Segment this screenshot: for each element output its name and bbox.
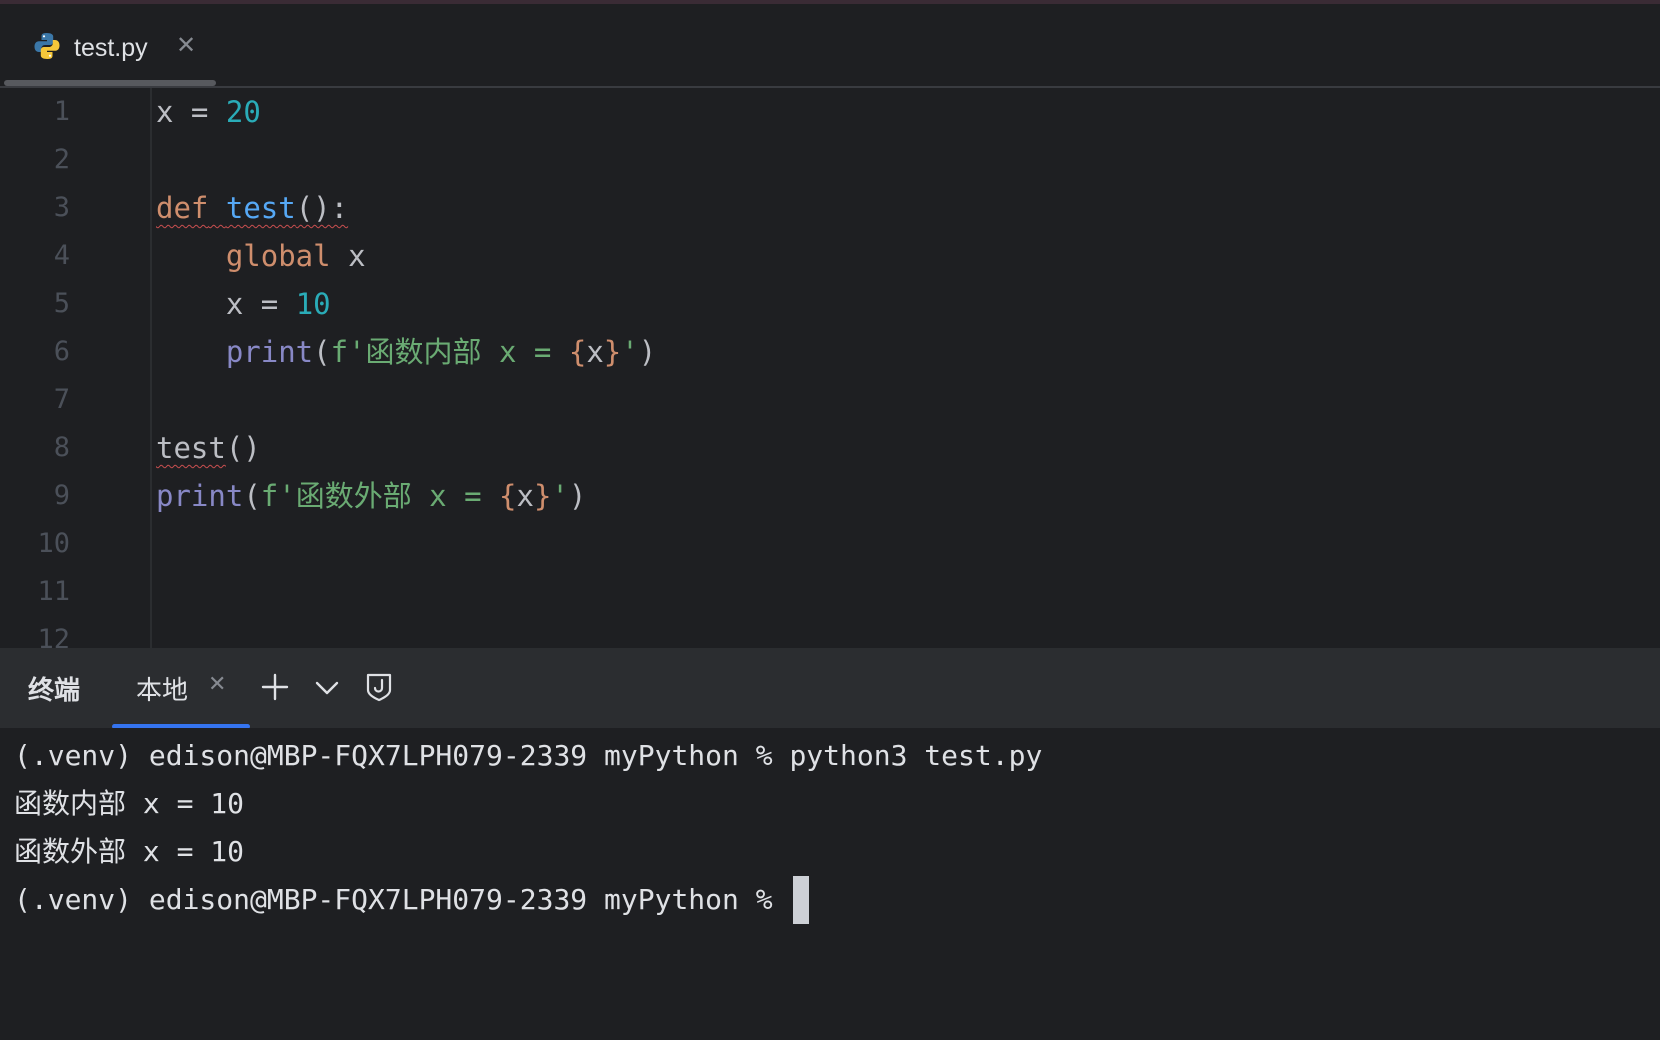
code-token: 20	[225, 95, 261, 129]
code-token: test	[156, 431, 226, 465]
terminal-line: (.venv) edison@MBP-FQX7LPH079-2339 myPyt…	[14, 739, 1043, 772]
terminal-line: 函数外部 x = 10	[14, 835, 245, 868]
code-token: (	[243, 479, 261, 513]
code-line-9: print(f'函数外部 x = {x}')	[156, 472, 586, 520]
editor-tab-bar: test.py ✕	[0, 4, 1660, 86]
code-token: x	[516, 479, 534, 513]
terminal-title: 终端	[28, 676, 81, 706]
code-token: x	[156, 95, 174, 129]
line-number: 7	[53, 384, 70, 415]
code-token: ()	[225, 431, 261, 465]
code-token: '	[621, 335, 639, 369]
gutter-separator	[150, 88, 152, 648]
code-line-1: x = 20	[156, 88, 261, 136]
python-file-icon	[34, 33, 60, 59]
terminal-prompt: (.venv) edison@MBP-FQX7LPH079-2339 myPyt…	[14, 883, 790, 916]
code-token: ():	[295, 191, 349, 225]
line-number: 1	[53, 96, 70, 127]
terminal-tab-label: 本地	[136, 676, 189, 706]
terminal-cursor	[793, 876, 810, 924]
code-token: )	[638, 335, 657, 369]
line-number: 11	[37, 576, 70, 607]
code-token: (	[313, 335, 331, 369]
code-token: 10	[295, 287, 331, 321]
chevron-down-icon[interactable]	[310, 670, 344, 704]
close-icon[interactable]: ✕	[208, 672, 226, 697]
code-line-6: print(f'函数内部 x = {x}')	[156, 328, 656, 376]
code-token: x	[586, 335, 604, 369]
line-number: 9	[53, 480, 70, 511]
shield-icon[interactable]	[362, 670, 396, 704]
terminal-toolbar: 终端 本地 ✕	[0, 648, 1660, 729]
line-number: 3	[53, 192, 70, 223]
code-token: {	[568, 335, 587, 369]
code-token: }	[533, 479, 552, 513]
code-token: =	[173, 95, 226, 129]
terminal-line: 函数内部 x = 10	[14, 787, 245, 820]
line-number: 12	[37, 624, 70, 648]
code-token: f'函数外部 x =	[260, 479, 499, 513]
code-token: )	[568, 479, 587, 513]
code-token: x	[330, 239, 366, 273]
code-token: f'函数内部 x =	[330, 335, 569, 369]
code-token: '	[551, 479, 569, 513]
terminal-tab-local[interactable]: 本地 ✕	[112, 648, 250, 729]
close-icon[interactable]: ✕	[176, 31, 196, 59]
code-token: global	[225, 239, 331, 273]
code-line-5: x = 10	[156, 280, 331, 328]
code-token: {	[499, 479, 517, 513]
code-token: test	[225, 191, 296, 225]
line-number: 4	[53, 240, 70, 271]
terminal-prompt-line[interactable]: (.venv) edison@MBP-FQX7LPH079-2339 myPyt…	[14, 876, 810, 924]
line-number: 6	[53, 336, 70, 367]
line-number: 2	[53, 144, 70, 175]
code-token: }	[603, 335, 622, 369]
line-number: 8	[53, 432, 70, 463]
line-number: 10	[37, 528, 70, 559]
code-line-3: def test():	[156, 184, 348, 232]
code-token: print	[156, 479, 244, 513]
editor-tab-test-py[interactable]: test.py ✕	[4, 4, 216, 86]
add-icon[interactable]	[258, 670, 292, 704]
line-number: 5	[53, 288, 70, 319]
line-number-gutter: 1 2 3 4 5 6 7 8 9 10 11 12	[0, 88, 80, 648]
code-editor[interactable]: 1 2 3 4 5 6 7 8 9 10 11 12 x = 20 def te…	[0, 88, 1660, 648]
tab-filename: test.py	[74, 34, 148, 62]
terminal-output[interactable]: (.venv) edison@MBP-FQX7LPH079-2339 myPyt…	[0, 728, 1660, 1040]
code-line-8: test()	[156, 424, 261, 472]
code-token: =	[243, 287, 296, 321]
code-line-4: global x	[156, 232, 366, 280]
code-token: def	[156, 191, 209, 225]
code-token: print	[225, 335, 314, 369]
code-token: x	[225, 287, 244, 321]
